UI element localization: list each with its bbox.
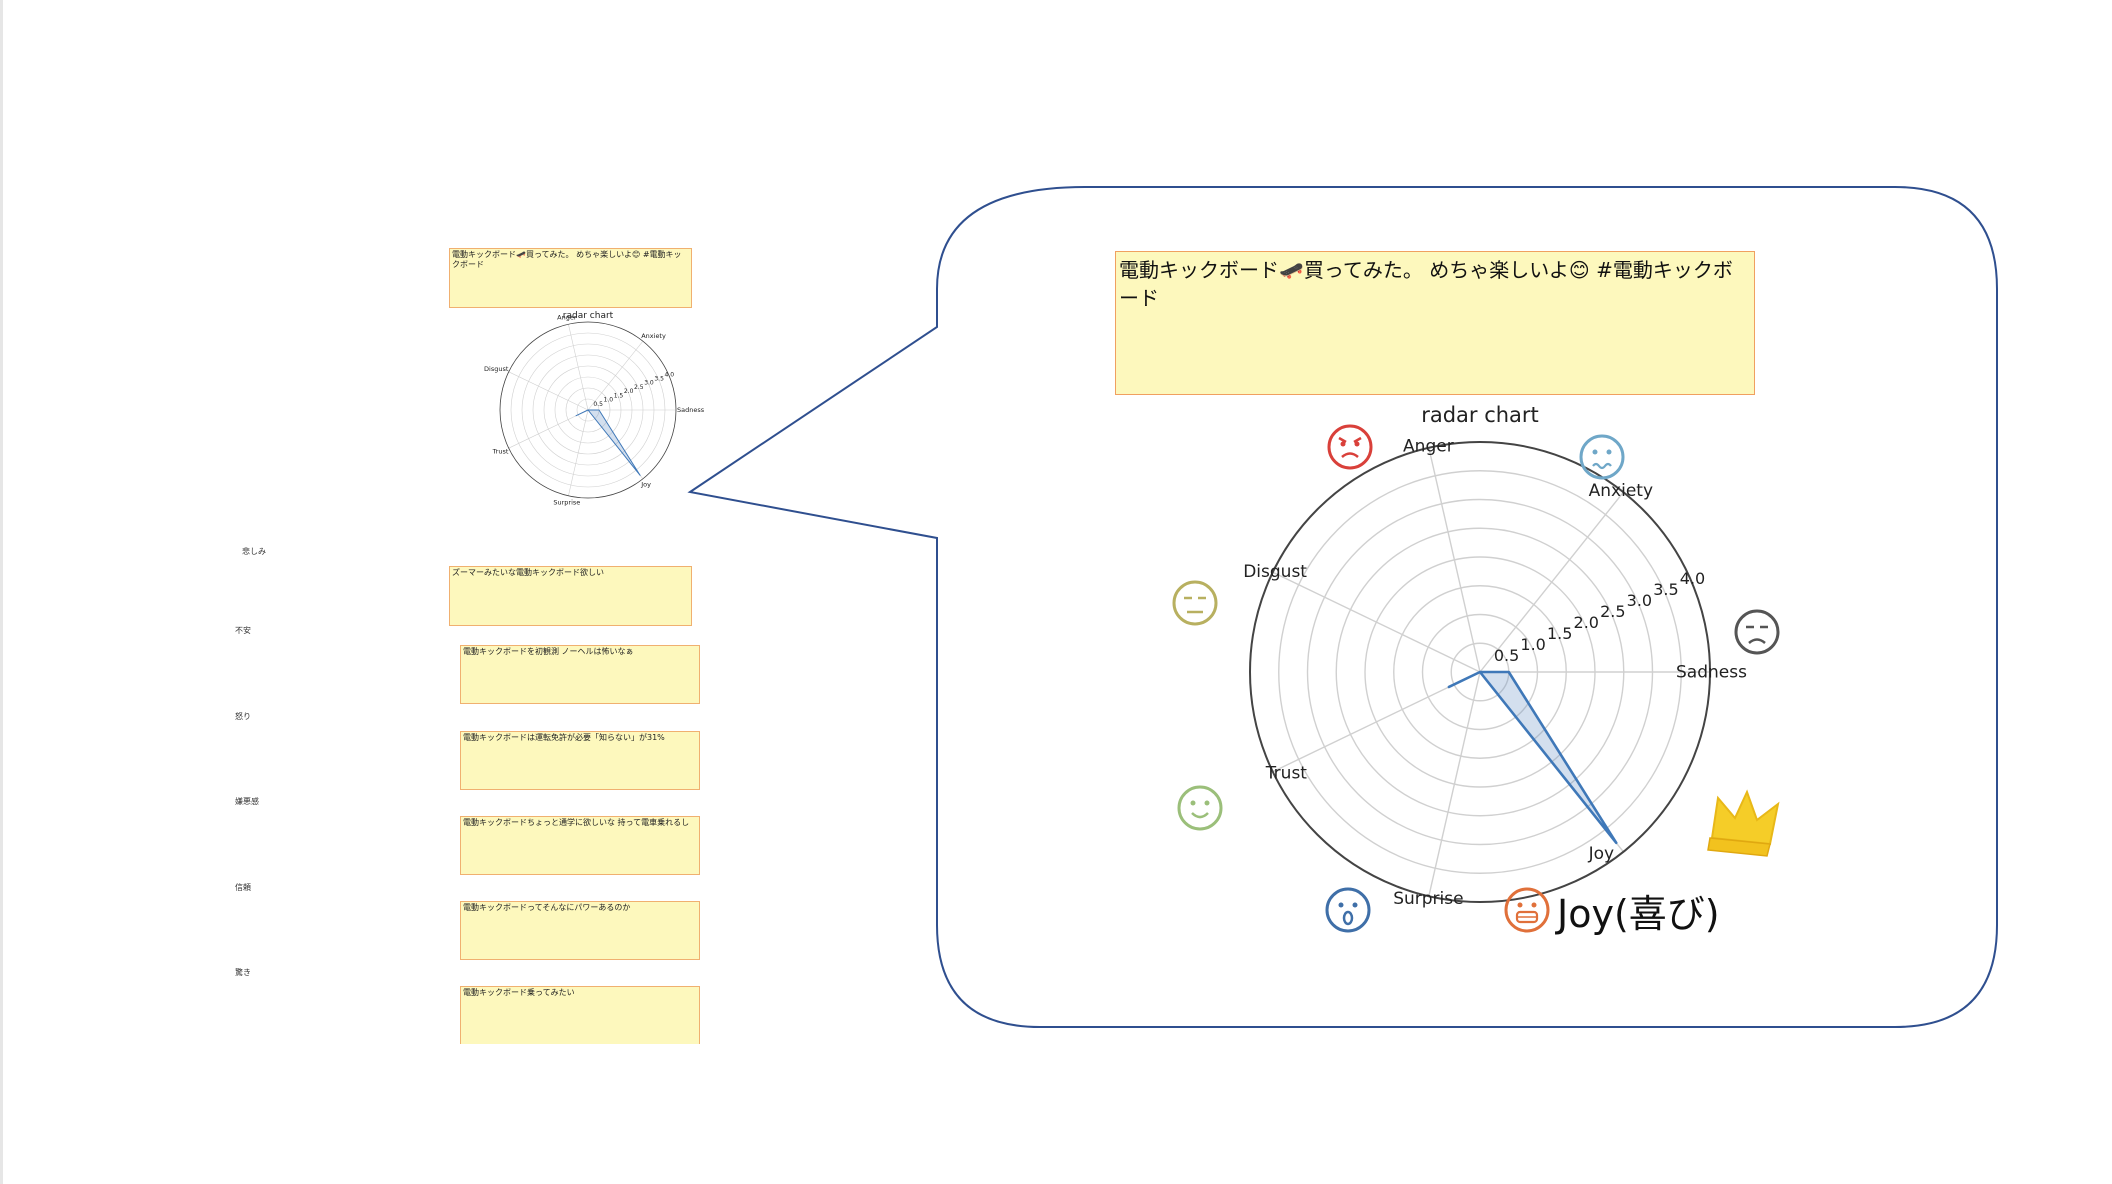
smiling-face-icon xyxy=(1177,785,1223,831)
axis-label-surprise: Surprise xyxy=(1393,889,1463,909)
r-tick-label: 1.5 xyxy=(1547,624,1572,643)
crown-icon xyxy=(1707,789,1780,857)
r-tick-label: 2.5 xyxy=(1600,602,1625,621)
r-tick-label: 4.0 xyxy=(1680,569,1705,588)
radar-chart: radar chart 0.5 1.0 1.5 2.0 2.5 3.0 3.5 4.0 Sadne… xyxy=(1150,400,1850,970)
grid-spoke xyxy=(1428,671,1481,897)
axis-label-anger: Anger xyxy=(1403,436,1454,456)
grid-spoke xyxy=(1272,571,1481,673)
grinning-face-icon xyxy=(1504,887,1550,933)
axis-label-sadness: Sadness xyxy=(1676,663,1747,683)
axis-label-joy: Joy xyxy=(1588,844,1614,864)
axis-label-disgust: Disgust xyxy=(1243,562,1307,582)
axis-label-trust: Trust xyxy=(1265,763,1308,783)
callout-post-text: 電動キックボード🛹買ってみた。 めちゃ楽しいよ😊 #電動キックボード xyxy=(1119,258,1733,310)
surprised-face-icon xyxy=(1325,887,1371,933)
unamused-face-icon xyxy=(1172,580,1218,626)
radar-svg: radar chart 0.51.01.52.02.53.03.54.0 Sadne… xyxy=(1172,403,1780,936)
top-emotion-label: Joy(喜び) xyxy=(1555,892,1720,936)
r-tick-label: 1.0 xyxy=(1520,635,1545,654)
sad-face-icon xyxy=(1734,609,1780,655)
anxious-face-icon xyxy=(1579,434,1625,480)
r-tick-label: 0.5 xyxy=(1494,646,1519,665)
grid-spoke xyxy=(1428,447,1481,673)
r-tick-label: 3.0 xyxy=(1627,591,1652,610)
r-tick-label: 3.5 xyxy=(1653,580,1678,599)
axis-label-anxiety: Anxiety xyxy=(1589,481,1653,501)
angry-face-icon xyxy=(1327,424,1373,470)
callout-post-note[interactable]: 電動キックボード🛹買ってみた。 めちゃ楽しいよ😊 #電動キックボード xyxy=(1115,251,1755,395)
chart-title: radar chart xyxy=(1421,403,1539,427)
r-tick-label: 2.0 xyxy=(1574,613,1599,632)
